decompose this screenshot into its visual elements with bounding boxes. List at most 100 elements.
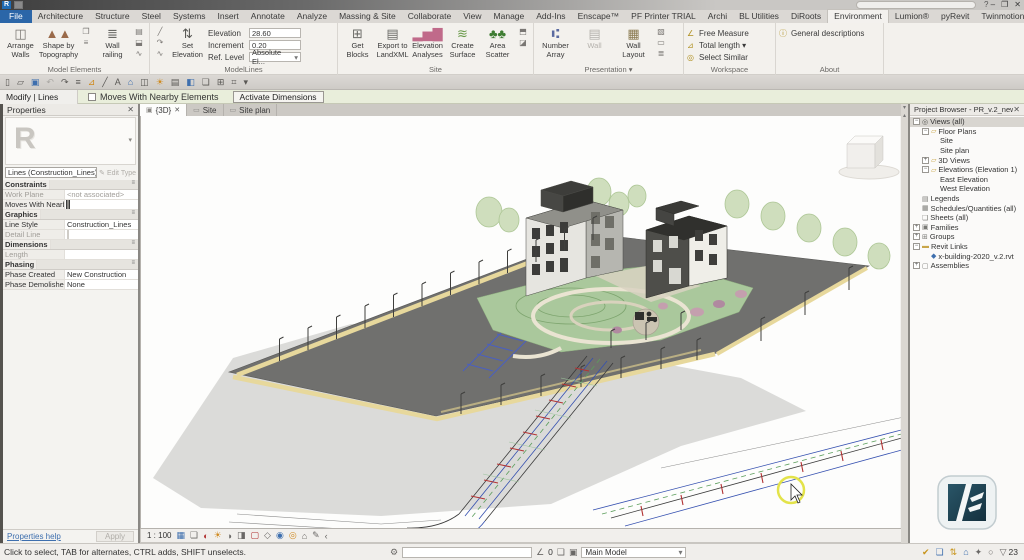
crop-region-icon[interactable]: ▢ bbox=[251, 530, 260, 541]
tab-analyze[interactable]: Analyze bbox=[291, 10, 333, 23]
workset-dropdown[interactable] bbox=[402, 547, 532, 558]
tab-archi[interactable]: Archi bbox=[702, 10, 733, 23]
sun-path-icon[interactable]: ◐ bbox=[203, 531, 208, 541]
elevation-input[interactable]: 28.60 bbox=[249, 28, 301, 38]
reveal-hidden-icon[interactable]: ◎ bbox=[289, 530, 297, 541]
property-value[interactable]: Construction_Lines bbox=[65, 220, 138, 229]
view-tab-site-plan[interactable]: ▭Site plan bbox=[224, 104, 278, 116]
default-3d-view-icon[interactable]: ⌂ bbox=[128, 76, 133, 89]
selection-filter[interactable]: ▽ 23 bbox=[1000, 547, 1018, 558]
close-icon[interactable]: ✕ bbox=[127, 105, 134, 114]
design-options-dropdown[interactable]: Main Model ▾ bbox=[581, 547, 686, 558]
area-scatter-button[interactable]: ♣♣AreaScatter bbox=[481, 25, 514, 65]
properties-help-link[interactable]: Properties help bbox=[7, 532, 61, 541]
visual-style-icon[interactable]: ❏ bbox=[190, 530, 198, 541]
spline-icon[interactable]: ∿ bbox=[132, 49, 146, 59]
tree-item-schedules-quantities-all[interactable]: ▦Schedules/Quantities (all) bbox=[910, 203, 1024, 213]
collapse-icon[interactable]: − bbox=[922, 166, 929, 173]
undo-icon[interactable]: ↶ bbox=[46, 76, 54, 89]
tree-item-legends[interactable]: ▤Legends bbox=[910, 194, 1024, 204]
temporary-hide-icon[interactable]: ◉ bbox=[276, 530, 284, 541]
maximize-button[interactable]: ❐ bbox=[1001, 0, 1008, 9]
wall-sweep-icon[interactable]: ▤ bbox=[132, 27, 146, 37]
view-tab-site[interactable]: ▭Site bbox=[187, 104, 223, 116]
text-icon[interactable]: A bbox=[115, 76, 121, 89]
tab-steel[interactable]: Steel bbox=[136, 10, 167, 23]
close-icon[interactable]: ✕ bbox=[174, 106, 180, 114]
expand-icon[interactable]: + bbox=[922, 157, 929, 164]
subregion-icon[interactable]: ◪ bbox=[516, 38, 530, 48]
grid-c-icon[interactable]: ≣ bbox=[654, 49, 668, 59]
section-collapse-icon[interactable]: ≡ bbox=[131, 180, 138, 189]
close-icon[interactable]: ✕ bbox=[1013, 105, 1020, 114]
worksets-status-icon[interactable]: ✔ bbox=[922, 547, 930, 558]
measure-icon[interactable]: ⊿ bbox=[88, 76, 96, 89]
close-hidden-icon[interactable]: ◧ bbox=[186, 76, 195, 89]
tab-architecture[interactable]: Architecture bbox=[32, 10, 89, 23]
tab-environment[interactable]: Environment bbox=[827, 9, 889, 23]
section-collapse-icon[interactable]: ≡ bbox=[131, 210, 138, 219]
collapse-icon[interactable]: − bbox=[922, 128, 929, 135]
minimize-button[interactable]: – bbox=[991, 0, 995, 9]
open-file-icon[interactable]: ▱ bbox=[17, 76, 24, 89]
save-icon[interactable]: ▣ bbox=[31, 76, 40, 89]
slab-icon[interactable]: ⬓ bbox=[132, 38, 146, 48]
tab-annotate[interactable]: Annotate bbox=[245, 10, 291, 23]
worksharing-icon[interactable]: ⌂ bbox=[302, 531, 307, 541]
copy-icon[interactable]: ❐ bbox=[79, 27, 93, 37]
model-canvas[interactable] bbox=[140, 116, 908, 529]
property-value[interactable]: New Construction bbox=[65, 270, 138, 279]
chevron-icon[interactable]: ‹ bbox=[325, 531, 328, 541]
tree-item-revit-links[interactable]: −▬Revit Links bbox=[910, 242, 1024, 252]
spline-tool-icon[interactable]: ∿ bbox=[153, 49, 167, 59]
tile-windows-icon[interactable]: ⊞ bbox=[217, 76, 225, 89]
free-measure-button[interactable]: ∠Free Measure bbox=[687, 28, 749, 39]
tab-twinmotion-2020[interactable]: Twinmotion 2020 bbox=[975, 10, 1024, 23]
switch-windows-icon[interactable]: ❏ bbox=[202, 76, 210, 89]
tree-item-groups[interactable]: +⊞Groups bbox=[910, 232, 1024, 242]
press-drag-icon[interactable]: ⌂ bbox=[963, 547, 968, 557]
set-elevation-button[interactable]: ⇅SetElevation bbox=[169, 25, 206, 65]
type-preview[interactable]: R ▾ bbox=[5, 117, 136, 165]
print-icon[interactable]: ≡ bbox=[75, 76, 80, 89]
constraints-icon[interactable]: ✎ bbox=[312, 530, 320, 541]
exclude-options-icon[interactable]: ⇅ bbox=[950, 547, 958, 558]
tree-item-site[interactable]: Site bbox=[910, 136, 1024, 146]
view-tab-3d[interactable]: ▣{3D}✕ bbox=[140, 104, 187, 116]
more-icon[interactable]: ▾ bbox=[244, 76, 249, 89]
tab-file[interactable]: File bbox=[0, 10, 32, 23]
property-value[interactable]: None bbox=[65, 280, 138, 289]
elevation-analyses-button[interactable]: ▂▅▇ElevationAnalyses bbox=[411, 25, 444, 65]
redo-icon[interactable]: ↷ bbox=[61, 76, 69, 89]
shape-by-topography-button[interactable]: ▲▲Shape byTopography bbox=[40, 25, 77, 65]
activate-dimensions-button[interactable]: Activate Dimensions bbox=[233, 91, 324, 103]
close-button[interactable]: ✕ bbox=[1014, 0, 1021, 9]
checkbox[interactable] bbox=[67, 200, 69, 209]
tree-item-site-plan[interactable]: Site plan bbox=[910, 146, 1024, 156]
collapse-icon[interactable]: − bbox=[913, 118, 920, 125]
revit-app-icon[interactable]: R bbox=[2, 1, 11, 9]
arc-tool-icon[interactable]: ↷ bbox=[153, 38, 167, 48]
tree-item-families[interactable]: +▣Families bbox=[910, 223, 1024, 233]
checkbox-box[interactable] bbox=[88, 93, 96, 101]
tab-pf-printer-trial[interactable]: PF Printer TRIAL bbox=[625, 10, 702, 23]
sun-icon[interactable]: ☀ bbox=[156, 76, 164, 89]
design-option-icon[interactable]: ❏ bbox=[557, 547, 565, 558]
general-descriptions-button[interactable]: ⓘGeneral descriptions bbox=[779, 28, 864, 39]
crop-view-icon[interactable]: ◨ bbox=[237, 530, 246, 541]
app-menu-icon[interactable] bbox=[14, 1, 23, 9]
design-options-icon[interactable]: ❏ bbox=[936, 547, 944, 558]
viewcube[interactable] bbox=[839, 136, 899, 179]
detail-level-icon[interactable]: ▦ bbox=[176, 530, 185, 541]
panel-splitter[interactable]: ▾▴ bbox=[901, 104, 908, 543]
select-toggle-icon[interactable]: ○ bbox=[988, 547, 993, 557]
tree-item-sheets-all[interactable]: ❏Sheets (all) bbox=[910, 213, 1024, 223]
help-icon[interactable]: ? bbox=[984, 0, 988, 9]
rendering-icon[interactable]: ◑ bbox=[227, 531, 232, 541]
tree-item-east-elevation[interactable]: East Elevation bbox=[910, 175, 1024, 185]
tab-bl-utilities[interactable]: BL Utilities bbox=[733, 10, 785, 23]
expand-icon[interactable]: + bbox=[913, 224, 920, 231]
active-option-icon[interactable]: ▣ bbox=[569, 547, 578, 558]
ref-level-input[interactable]: Absolute El...▾ bbox=[249, 52, 301, 62]
edit-type-button[interactable]: ✎ Edit Type bbox=[99, 169, 136, 177]
